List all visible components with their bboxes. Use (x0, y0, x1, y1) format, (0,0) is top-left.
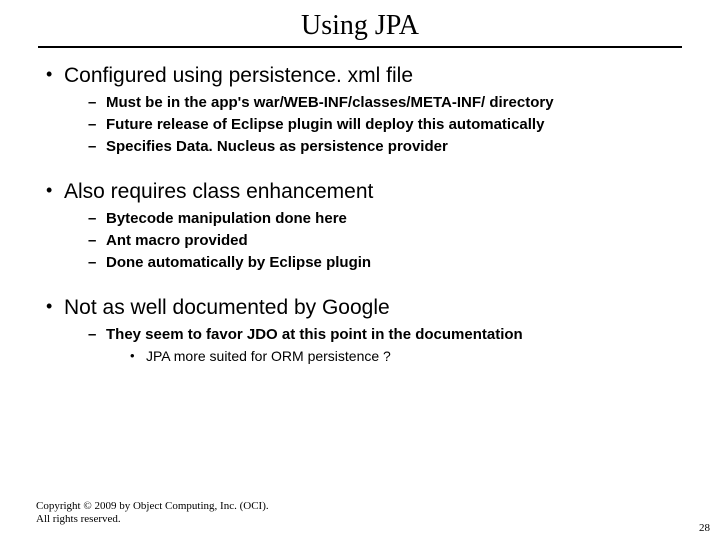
list-item: Also requires class enhancement Bytecode… (36, 180, 684, 272)
bullet-text: Also requires class enhancement (64, 180, 373, 203)
bullet-list-level1: Configured using persistence. xml file M… (36, 64, 684, 366)
list-item: Configured using persistence. xml file M… (36, 64, 684, 156)
list-item: They seem to favor JDO at this point in … (88, 326, 684, 366)
bullet-text: Done automatically by Eclipse plugin (106, 254, 371, 271)
list-item: Not as well documented by Google They se… (36, 296, 684, 366)
bullet-text: Bytecode manipulation done here (106, 210, 347, 227)
list-item: Must be in the app's war/WEB-INF/classes… (88, 94, 684, 112)
bullet-list-level3: JPA more suited for ORM persistence ? (106, 348, 684, 366)
bullet-list-level2: Must be in the app's war/WEB-INF/classes… (64, 94, 684, 156)
page-number: 28 (699, 522, 710, 534)
list-item: Bytecode manipulation done here (88, 210, 684, 228)
list-item: Specifies Data. Nucleus as persistence p… (88, 138, 684, 156)
slide-title: Using JPA (0, 0, 720, 46)
bullet-text: Configured using persistence. xml file (64, 64, 413, 87)
bullet-text: They seem to favor JDO at this point in … (106, 326, 523, 343)
bullet-text: Must be in the app's war/WEB-INF/classes… (106, 94, 554, 111)
list-item: JPA more suited for ORM persistence ? (130, 348, 684, 366)
footer-copyright: Copyright © 2009 by Object Computing, In… (36, 500, 269, 526)
bullet-text: Not as well documented by Google (64, 296, 390, 319)
footer-line: All rights reserved. (36, 513, 269, 526)
bullet-text: Future release of Eclipse plugin will de… (106, 116, 544, 133)
bullet-list-level2: Bytecode manipulation done here Ant macr… (64, 210, 684, 272)
bullet-text: Ant macro provided (106, 232, 248, 249)
footer-line: Copyright © 2009 by Object Computing, In… (36, 500, 269, 513)
list-item: Future release of Eclipse plugin will de… (88, 116, 684, 134)
bullet-text: JPA more suited for ORM persistence ? (146, 348, 391, 364)
title-underline (38, 46, 682, 48)
list-item: Ant macro provided (88, 232, 684, 250)
list-item: Done automatically by Eclipse plugin (88, 254, 684, 272)
slide-content: Configured using persistence. xml file M… (0, 64, 720, 366)
bullet-list-level2: They seem to favor JDO at this point in … (64, 326, 684, 366)
bullet-text: Specifies Data. Nucleus as persistence p… (106, 138, 448, 155)
